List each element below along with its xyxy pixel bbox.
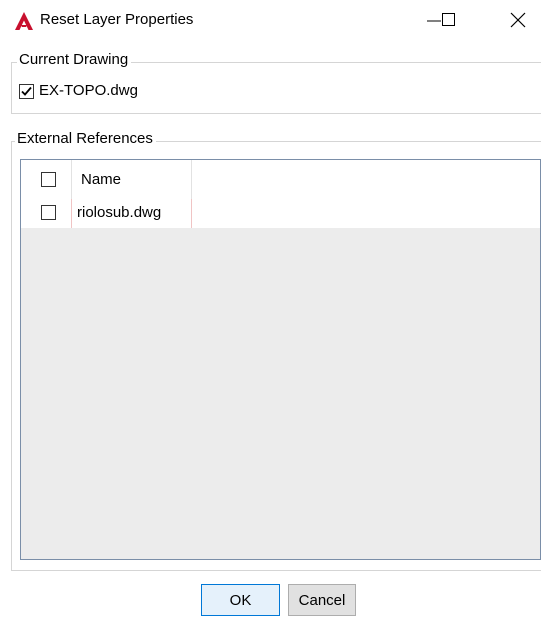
table-row[interactable]: riolosub.dwg [21,199,540,228]
xref-grid[interactable]: Name riolosub.dwg [20,159,541,560]
ok-button[interactable]: OK [201,584,280,616]
window-title: Reset Layer Properties [40,11,194,28]
autocad-a-icon [14,11,34,31]
current-drawing-checkbox[interactable] [19,84,34,99]
current-drawing-label: EX-TOPO.dwg [39,82,138,99]
close-icon [510,12,526,28]
maximize-button[interactable] [434,0,480,40]
row-name-cell: riolosub.dwg [77,204,162,221]
title-bar: Reset Layer Properties [0,0,541,44]
close-button[interactable] [495,0,541,40]
checkmark-icon [21,86,32,96]
row-divider [191,199,192,228]
cancel-button[interactable]: Cancel [288,584,356,616]
header-divider [71,160,72,199]
grid-header: Name [21,160,540,200]
column-header-name[interactable]: Name [81,171,121,188]
header-divider [191,160,192,199]
external-references-legend: External References [15,130,156,147]
current-drawing-legend: Current Drawing [17,51,132,68]
select-all-checkbox[interactable] [41,172,56,187]
row-checkbox[interactable] [41,205,56,220]
maximize-icon [442,13,455,26]
row-divider [71,199,72,228]
